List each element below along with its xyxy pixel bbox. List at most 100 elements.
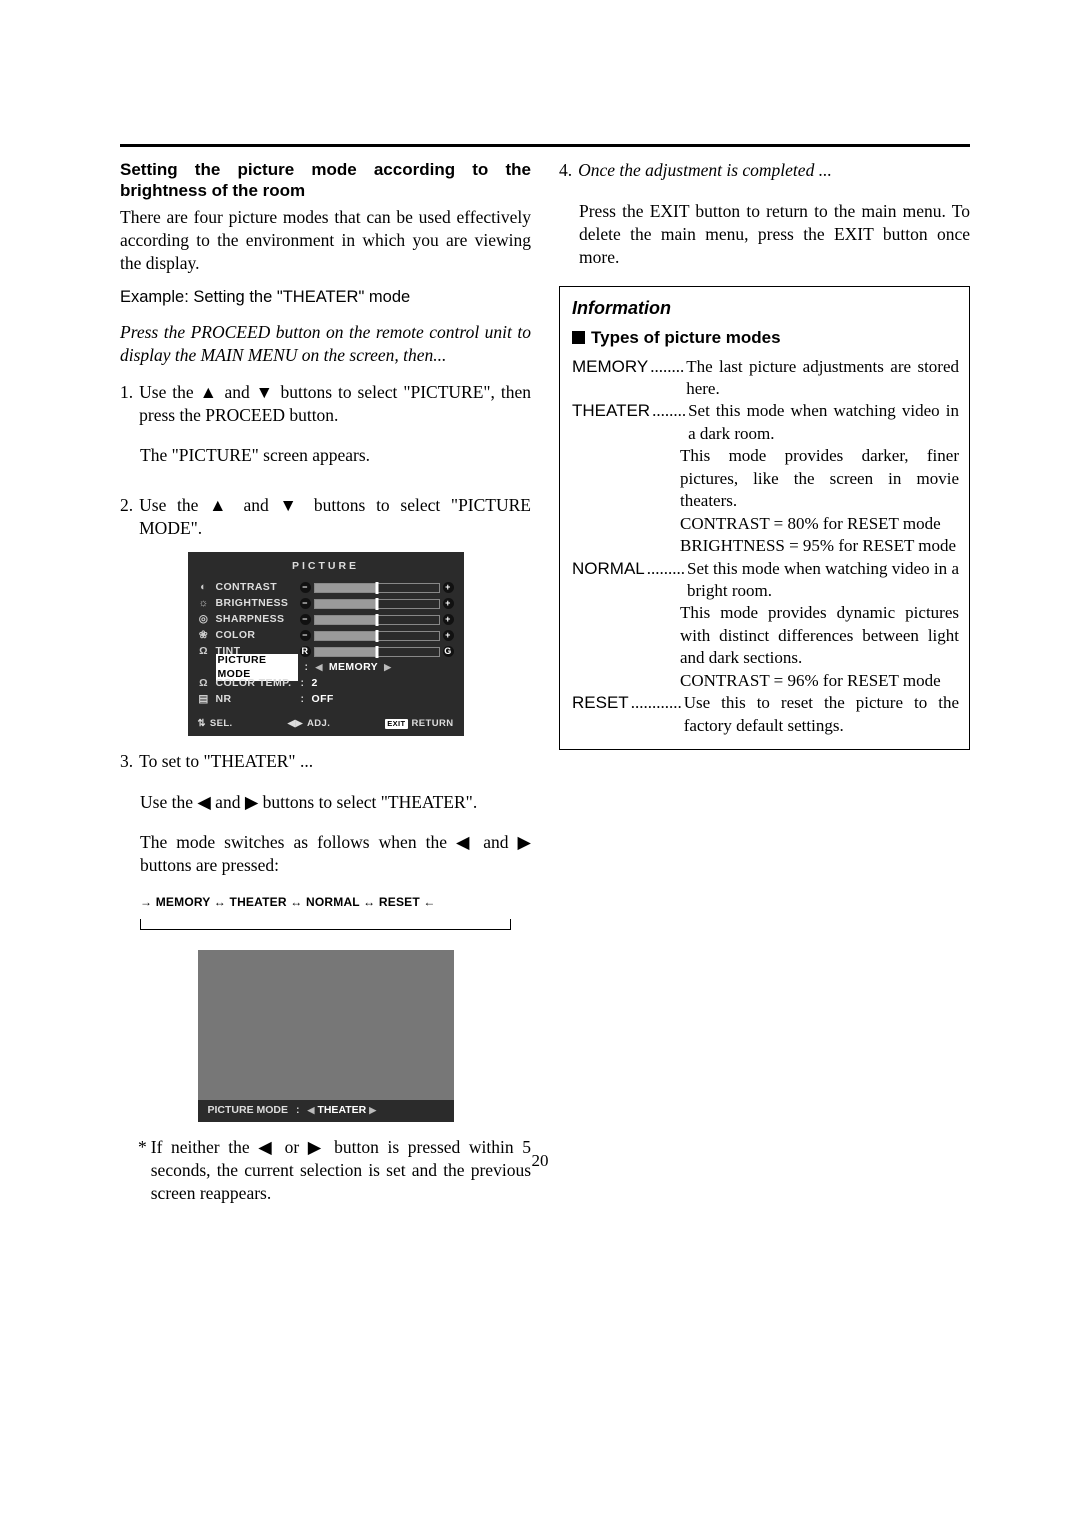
right-column: 4. Once the adjustment is completed ... … xyxy=(559,159,970,1205)
desc-normal: NORMAL ......... Set this mode when watc… xyxy=(572,558,959,603)
osd-color-label: COLOR xyxy=(216,629,294,643)
tint-icon: Ω xyxy=(198,645,210,659)
osd-row-nr: ▤ NR : OFF xyxy=(198,692,454,708)
def-normal-c2: CONTRAST = 96% for RESET mode xyxy=(680,670,959,692)
plus-icon xyxy=(443,598,454,609)
temp-icon: Ω xyxy=(198,677,210,691)
cycle-box xyxy=(140,919,511,930)
updown-icon: ⇅ xyxy=(198,718,206,731)
g-icon xyxy=(443,646,454,657)
slider-track xyxy=(314,631,440,641)
plus-icon xyxy=(443,582,454,593)
minus-icon xyxy=(300,630,311,641)
desc-memory: MEMORY ........ The last picture adjustm… xyxy=(572,356,959,401)
info-sub-text: Types of picture modes xyxy=(591,328,781,347)
def-normal-c1: This mode provides dynamic pictures with… xyxy=(680,602,959,669)
osd-title: PICTURE xyxy=(198,560,454,574)
osd-return: RETURN xyxy=(412,718,454,731)
step-3-line1: Use the ◀ and ▶ buttons to select "THEAT… xyxy=(140,791,531,814)
osd-picmode-value: MEMORY xyxy=(329,661,378,675)
plus-icon xyxy=(443,630,454,641)
term-theater: THEATER xyxy=(572,400,650,422)
step-1-text: Use the ▲ and ▼ buttons to select "PICTU… xyxy=(139,381,531,427)
colon: : xyxy=(304,661,310,675)
colon: : xyxy=(300,693,306,707)
def-theater-c3: BRIGHTNESS = 95% for RESET mode xyxy=(680,535,959,557)
step-2: 2. Use the ▲ and ▼ buttons to select "PI… xyxy=(120,494,531,540)
step-4-body: Press the EXIT button to return to the m… xyxy=(579,200,970,269)
osd-colortemp-label: COLOR TEMP. xyxy=(216,677,294,691)
osd-row-color: ❀ COLOR xyxy=(198,628,454,644)
minus-icon xyxy=(300,614,311,625)
def-reset: Use this to reset the picture to the fac… xyxy=(684,692,959,737)
leftright-icon: ◀▶ xyxy=(288,718,303,731)
info-subheading: Types of picture modes xyxy=(572,327,959,349)
osd-nr-value: OFF xyxy=(312,693,334,707)
osd-nr-label: NR xyxy=(216,693,294,707)
right-arrow-icon: ▶ xyxy=(384,662,391,674)
step-1-after: The "PICTURE" screen appears. xyxy=(140,444,531,467)
step-1: 1. Use the ▲ and ▼ buttons to select "PI… xyxy=(120,381,531,427)
term-memory: MEMORY xyxy=(572,356,648,378)
sharpness-icon: ◎ xyxy=(198,613,210,627)
nr-icon: ▤ xyxy=(198,693,210,707)
slider-track xyxy=(314,599,440,609)
step-4-num: 4. xyxy=(559,159,572,182)
step-1-num: 1. xyxy=(120,381,133,427)
step-3-num: 3. xyxy=(120,750,133,773)
osd-picture-menu: PICTURE ◐ CONTRAST ☼ BRIGHTNESS ◎ SHARPN… xyxy=(188,552,464,736)
minus-icon xyxy=(300,598,311,609)
preamble: Press the PROCEED button on the remote c… xyxy=(120,321,531,367)
osd2-label: PICTURE MODE xyxy=(208,1104,289,1118)
slider-track xyxy=(314,583,440,593)
osd-sel: SEL. xyxy=(210,718,233,731)
left-arrow-icon: ◀ xyxy=(308,1105,315,1117)
step-4: 4. Once the adjustment is completed ... xyxy=(559,159,970,182)
colon: : xyxy=(296,1104,300,1118)
plus-icon xyxy=(443,614,454,625)
step-2-num: 2. xyxy=(120,494,133,540)
brightness-icon: ☼ xyxy=(198,597,210,611)
step-4-title: Once the adjustment is completed ... xyxy=(578,159,970,182)
section-title: Setting the picture mode according to th… xyxy=(120,159,531,202)
step-3-line2: The mode switches as follows when the ◀ … xyxy=(140,831,531,877)
step-3-text: To set to "THEATER" ... xyxy=(139,750,531,773)
cycle-line: → MEMORY ↔ THEATER ↔ NORMAL ↔ RESET ← xyxy=(140,895,531,911)
info-heading: Information xyxy=(572,297,959,321)
slider-track xyxy=(314,647,440,657)
osd-row-picture-mode: PICTURE MODE : ◀ MEMORY ▶ xyxy=(198,660,454,676)
example-line: Example: Setting the "THEATER" mode xyxy=(120,287,531,309)
minus-icon xyxy=(300,582,311,593)
osd2-value: THEATER xyxy=(317,1104,366,1118)
def-theater: Set this mode when watching video in a d… xyxy=(688,400,959,445)
osd-colortemp-value: 2 xyxy=(312,677,318,691)
osd-theater-preview: PICTURE MODE : ◀ THEATER ▶ xyxy=(198,950,454,1122)
left-arrow-icon: ◀ xyxy=(316,662,323,674)
color-icon: ❀ xyxy=(198,629,210,643)
exit-badge: EXIT xyxy=(385,719,407,729)
def-theater-c1: This mode provides darker, finer picture… xyxy=(680,445,959,512)
def-memory: The last picture adjustments are stored … xyxy=(686,356,959,401)
desc-reset: RESET ............ Use this to reset the… xyxy=(572,692,959,737)
contrast-icon: ◐ xyxy=(198,581,210,595)
dots: ............ xyxy=(629,692,684,714)
osd-sharpness-label: SHARPNESS xyxy=(216,613,294,627)
osd-row-contrast: ◐ CONTRAST xyxy=(198,580,454,596)
osd-row-brightness: ☼ BRIGHTNESS xyxy=(198,596,454,612)
left-column: Setting the picture mode according to th… xyxy=(120,159,531,1205)
two-column-layout: Setting the picture mode according to th… xyxy=(120,159,970,1205)
desc-theater: THEATER ........ Set this mode when watc… xyxy=(572,400,959,445)
step-2-text: Use the ▲ and ▼ buttons to select "PICTU… xyxy=(139,494,531,540)
osd-brightness-label: BRIGHTNESS xyxy=(216,597,294,611)
dots: ........ xyxy=(650,400,688,422)
osd-adj: ADJ. xyxy=(307,718,330,731)
osd-row-colortemp: Ω COLOR TEMP. : 2 xyxy=(198,676,454,692)
osd-contrast-label: CONTRAST xyxy=(216,581,294,595)
osd-footer: ⇅ SEL. ◀▶ ADJ. EXIT RETURN xyxy=(198,718,454,731)
dots: ......... xyxy=(645,558,687,580)
step-3: 3. To set to "THEATER" ... xyxy=(120,750,531,773)
osd2-footer: PICTURE MODE : ◀ THEATER ▶ xyxy=(198,1100,454,1122)
osd-row-sharpness: ◎ SHARPNESS xyxy=(198,612,454,628)
def-theater-c2: CONTRAST = 80% for RESET mode xyxy=(680,513,959,535)
def-normal: Set this mode when watching video in a b… xyxy=(687,558,959,603)
